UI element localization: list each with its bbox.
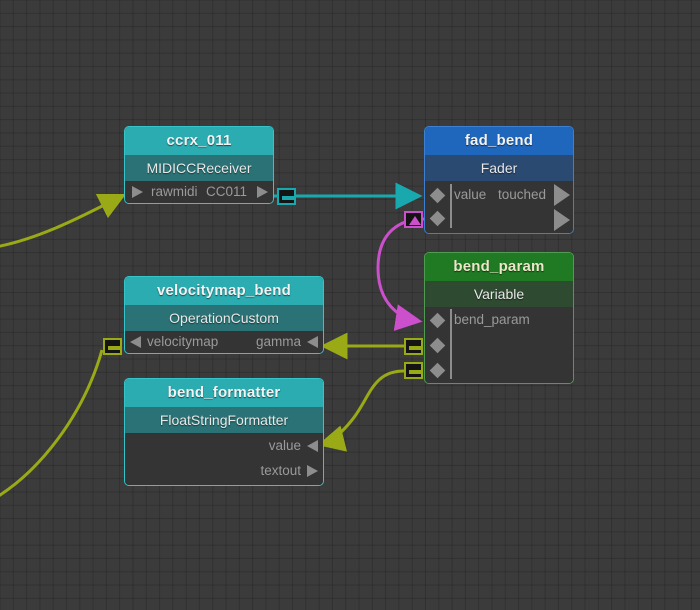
node-graph-canvas[interactable]: ccrx_011 MIDICCReceiver rawmidi CC011 fa… xyxy=(0,0,700,610)
node-body: value textout xyxy=(125,433,323,485)
wire-layer xyxy=(0,182,425,497)
node-type-label: OperationCustom xyxy=(125,305,323,331)
port-row[interactable]: velocitymap gamma xyxy=(125,331,323,353)
marker-velocitymap-in[interactable] xyxy=(103,338,122,355)
node-type-label: MIDICCReceiver xyxy=(125,155,273,181)
minus-icon xyxy=(108,346,120,350)
marker-ccrx-to-fad[interactable] xyxy=(277,188,296,205)
node-body: velocitymap gamma xyxy=(125,331,323,353)
node-velocitymap-bend[interactable]: velocitymap_bend OperationCustom velocit… xyxy=(124,276,324,354)
node-bend-formatter[interactable]: bend_formatter FloatStringFormatter valu… xyxy=(124,378,324,486)
diamond-port-icon[interactable] xyxy=(429,362,446,379)
triangle-right-icon[interactable] xyxy=(132,186,143,198)
triangle-right-icon[interactable] xyxy=(554,209,570,231)
output-port-label: textout xyxy=(260,463,301,478)
diamond-port-icon[interactable] xyxy=(429,312,446,329)
output-port-label: touched xyxy=(497,187,546,202)
wire-offscreen-to-rawmidi xyxy=(0,193,127,248)
wire-bendparam-to-formatter-value xyxy=(317,369,405,452)
triangle-right-icon[interactable] xyxy=(554,184,570,206)
node-type-label: FloatStringFormatter xyxy=(125,407,323,433)
port-row[interactable]: value xyxy=(125,433,323,458)
node-title: bend_formatter xyxy=(125,379,323,407)
node-type-label: Fader xyxy=(425,155,573,181)
node-title: bend_param xyxy=(425,253,573,281)
diamond-port-icon[interactable] xyxy=(429,187,446,204)
wire-fad-to-bend-param xyxy=(376,217,425,331)
node-title: fad_bend xyxy=(425,127,573,155)
node-bend-param[interactable]: bend_param Variable bend_param xyxy=(424,252,574,384)
triangle-right-icon[interactable] xyxy=(307,465,318,477)
marker-bendparam-out-value[interactable] xyxy=(404,362,423,379)
marker-fad-to-bendparam[interactable] xyxy=(404,211,423,228)
diamond-port-icon[interactable] xyxy=(429,210,446,227)
node-ccrx-011[interactable]: ccrx_011 MIDICCReceiver rawmidi CC011 xyxy=(124,126,274,204)
input-port-label: value xyxy=(268,438,301,453)
diamond-port-icon[interactable] xyxy=(429,337,446,354)
input-port-label: rawmidi xyxy=(151,184,198,199)
node-fad-bend[interactable]: fad_bend Fader value touched xyxy=(424,126,574,234)
node-body: bend_param xyxy=(425,307,573,383)
output-port-label: CC011 xyxy=(205,184,247,199)
node-body: rawmidi CC011 xyxy=(125,181,273,203)
minus-icon xyxy=(282,196,294,200)
triangle-up-icon xyxy=(409,216,421,225)
node-body: value touched xyxy=(425,181,573,233)
input-port-label: bend_param xyxy=(454,312,530,327)
triangle-left-icon[interactable] xyxy=(130,336,141,348)
triangle-left-icon[interactable] xyxy=(307,336,318,348)
port-row[interactable]: rawmidi CC011 xyxy=(125,181,273,203)
port-row[interactable]: textout xyxy=(125,458,323,483)
input-port-label: value xyxy=(454,187,487,202)
output-port-label: gamma xyxy=(255,334,301,349)
node-title: velocitymap_bend xyxy=(125,277,323,305)
marker-bendparam-out-gamma[interactable] xyxy=(404,338,423,355)
node-title: ccrx_011 xyxy=(125,127,273,155)
triangle-left-icon[interactable] xyxy=(307,440,318,452)
port-separator xyxy=(450,309,452,379)
port-separator xyxy=(450,184,452,228)
minus-icon xyxy=(409,370,421,374)
triangle-right-icon[interactable] xyxy=(257,186,268,198)
minus-icon xyxy=(409,346,421,350)
node-type-label: Variable xyxy=(425,281,573,307)
input-port-label: velocitymap xyxy=(147,334,219,349)
wire-offscreen-to-velocitymap xyxy=(0,349,104,497)
